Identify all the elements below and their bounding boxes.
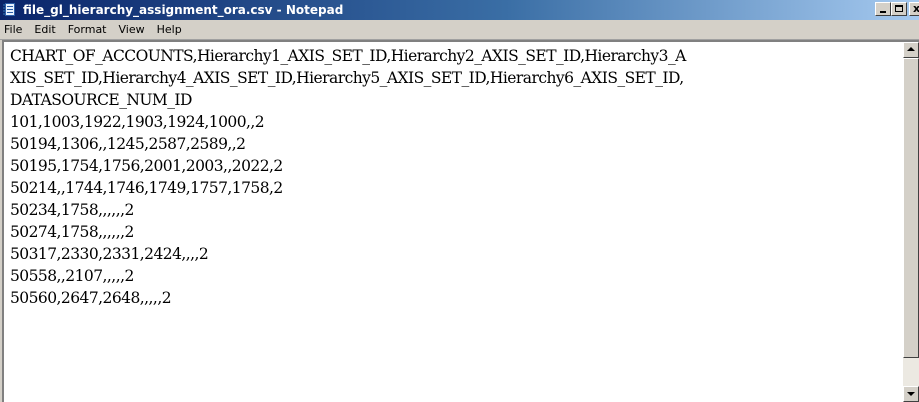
maximize-button[interactable] [891, 2, 907, 16]
scrollbar-thumb[interactable] [903, 58, 919, 358]
notepad-window: file_gl_hierarchy_assignment_ora.csv - N… [0, 0, 919, 402]
window-controls: x [875, 2, 919, 16]
menu-help[interactable]: Help [151, 20, 188, 39]
menu-file[interactable]: File [0, 20, 28, 39]
menu-edit[interactable]: Edit [28, 20, 61, 39]
scroll-up-button[interactable] [903, 42, 919, 58]
text-line: DATASOURCE_NUM_ID [10, 91, 192, 109]
text-line: 50194,1306,,1245,2587,2589,,2 [10, 135, 246, 153]
close-icon: x [913, 2, 919, 15]
text-line: 50558,,2107,,,,,2 [10, 267, 134, 285]
text-line: CHART_OF_ACCOUNTS,Hierarchy1_AXIS_SET_ID… [10, 47, 686, 65]
arrow-down-icon [907, 392, 915, 396]
text-line: 50234,1758,,,,,,2 [10, 201, 134, 219]
maximize-icon [895, 5, 903, 12]
menu-format[interactable]: Format [62, 20, 113, 39]
scroll-down-button[interactable] [903, 386, 919, 402]
text-editor[interactable]: CHART_OF_ACCOUNTS,Hierarchy1_AXIS_SET_ID… [4, 42, 901, 402]
vertical-scrollbar[interactable] [903, 42, 919, 402]
text-line: XIS_SET_ID,Hierarchy4_AXIS_SET_ID,Hierar… [10, 69, 684, 87]
menu-bar: File Edit Format View Help [0, 20, 919, 40]
editor-frame: CHART_OF_ACCOUNTS,Hierarchy1_AXIS_SET_ID… [2, 40, 919, 402]
text-line: 50195,1754,1756,2001,2003,,2022,2 [10, 157, 283, 175]
minimize-button[interactable] [875, 2, 891, 16]
text-line: 50560,2647,2648,,,,,2 [10, 289, 172, 307]
menu-view[interactable]: View [113, 20, 151, 39]
title-bar[interactable]: file_gl_hierarchy_assignment_ora.csv - N… [0, 0, 919, 20]
window-title: file_gl_hierarchy_assignment_ora.csv - N… [23, 3, 344, 17]
minimize-icon [880, 11, 886, 13]
arrow-up-icon [907, 47, 915, 51]
text-line: 50274,1758,,,,,,2 [10, 223, 134, 241]
text-line: 50317,2330,2331,2424,,,,2 [10, 245, 209, 263]
text-line: 50214,,1744,1746,1749,1757,1758,2 [10, 179, 283, 197]
text-line: 101,1003,1922,1903,1924,1000,,2 [10, 113, 265, 131]
close-button[interactable]: x [909, 2, 919, 16]
notepad-icon[interactable] [3, 3, 17, 17]
